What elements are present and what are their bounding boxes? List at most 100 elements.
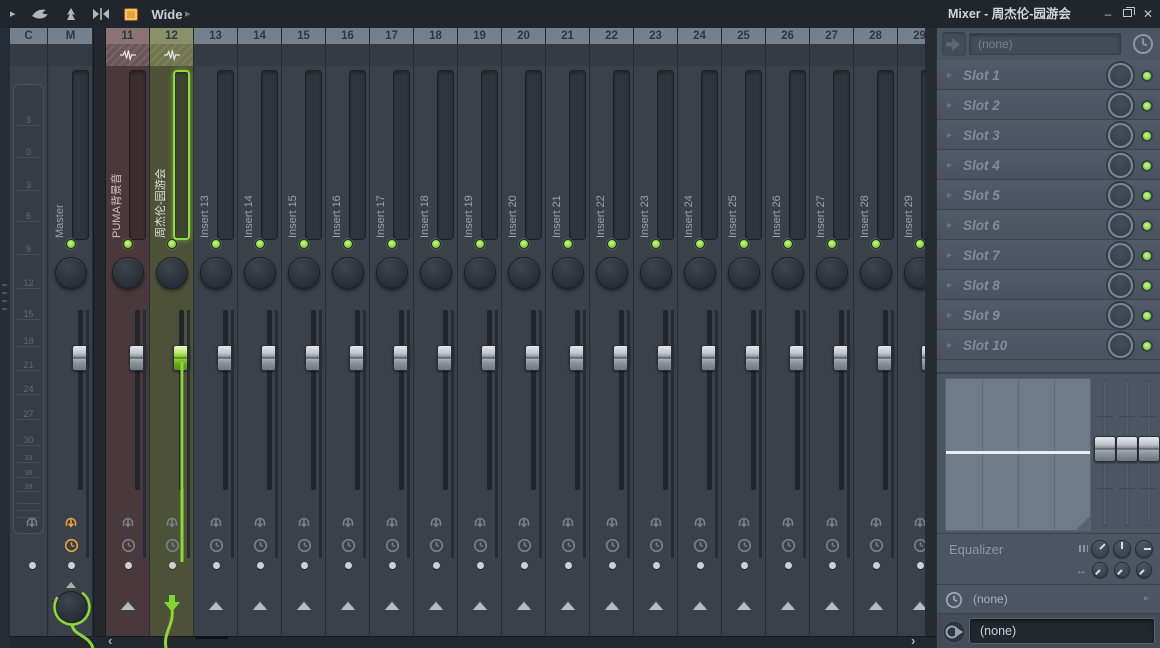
track-enable-led[interactable] [66, 239, 76, 249]
track-header[interactable] [634, 44, 677, 66]
track-number[interactable]: 14 [238, 28, 281, 44]
effect-slot[interactable]: ▸ Slot 9 [937, 300, 1160, 330]
slot-arrow-icon[interactable]: ▸ [947, 271, 952, 300]
track-enable-led[interactable] [607, 239, 617, 249]
plugin-delay-icon[interactable] [429, 538, 444, 553]
link-dot[interactable] [697, 562, 704, 569]
route-to-arrow[interactable] [341, 602, 355, 610]
track-body[interactable]: Insert 28 [854, 66, 897, 636]
route-to-arrow[interactable] [693, 602, 707, 610]
fader-track[interactable] [751, 310, 756, 490]
track-body[interactable]: Insert 19 [458, 66, 501, 636]
fader-track[interactable] [355, 310, 360, 490]
track-number[interactable]: C [10, 28, 47, 44]
track-header[interactable] [238, 44, 281, 66]
track-number[interactable]: 19 [458, 28, 501, 44]
slot-arrow-icon[interactable]: ▸ [947, 121, 952, 150]
plugin-delay-icon[interactable] [64, 538, 79, 553]
pan-knob[interactable] [376, 257, 408, 289]
track-enable-led[interactable] [475, 239, 485, 249]
pan-knob[interactable] [508, 257, 540, 289]
mixer-track[interactable]: 16 Insert 16 [326, 28, 370, 648]
fader-track[interactable] [839, 310, 844, 490]
fader-track[interactable] [707, 310, 712, 490]
track-header[interactable] [854, 44, 897, 66]
slot-arrow-icon[interactable]: ▸ [947, 241, 952, 270]
fader-track[interactable] [663, 310, 668, 490]
link-dot[interactable] [169, 562, 176, 569]
plugin-delay-icon[interactable] [737, 538, 752, 553]
track-number[interactable]: 27 [810, 28, 853, 44]
link-dot[interactable] [345, 562, 352, 569]
send-switch-arrow[interactable] [66, 582, 76, 588]
record-arm-icon[interactable] [385, 515, 399, 533]
mixer-track[interactable]: 11 PUMA背景音 [106, 28, 150, 648]
fader-track[interactable] [883, 310, 888, 490]
scroll-left-icon[interactable]: ‹ [108, 634, 112, 648]
pan-knob[interactable] [860, 257, 892, 289]
record-arm-icon[interactable] [429, 515, 443, 533]
plugin-delay-icon[interactable] [121, 538, 136, 553]
track-number[interactable]: 22 [590, 28, 633, 44]
send-level-knob[interactable] [55, 591, 87, 623]
link-controller-icon[interactable] [30, 6, 50, 22]
slot-mix-knob[interactable] [1108, 183, 1133, 208]
record-arm-icon[interactable] [517, 515, 531, 533]
track-header[interactable] [502, 44, 545, 66]
track-color-swatch[interactable] [123, 7, 138, 21]
track-body[interactable]: 3 0 3 6 9 12 15 18 21 24 27 30 33 36 39 [10, 66, 47, 636]
pan-knob[interactable] [332, 257, 364, 289]
track-number[interactable]: 12 [150, 28, 193, 44]
plugin-delay-icon[interactable] [341, 538, 356, 553]
effect-slot[interactable]: ▸ Slot 10 [937, 330, 1160, 360]
track-body[interactable]: Insert 18 [414, 66, 457, 636]
track-body[interactable]: Insert 16 [326, 66, 369, 636]
track-enable-led[interactable] [739, 239, 749, 249]
track-body[interactable]: Insert 23 [634, 66, 677, 636]
plugin-delay-icon[interactable] [605, 538, 620, 553]
route-to-arrow[interactable] [473, 602, 487, 610]
track-body[interactable]: Insert 25 [722, 66, 765, 636]
fader-track[interactable] [135, 310, 140, 490]
record-arm-icon[interactable] [25, 515, 39, 533]
fader-track[interactable] [311, 310, 316, 490]
track-enable-led[interactable] [871, 239, 881, 249]
track-enable-led[interactable] [387, 239, 397, 249]
track-number[interactable]: 24 [678, 28, 721, 44]
track-number[interactable]: 26 [766, 28, 809, 44]
plugin-delay-icon[interactable] [253, 538, 268, 553]
slot-enable-led[interactable] [1141, 250, 1153, 262]
track-number[interactable]: 17 [370, 28, 413, 44]
record-arm-icon[interactable] [561, 515, 575, 533]
mixer-menu-icon[interactable]: ▸ [10, 0, 16, 28]
slot-enable-led[interactable] [1141, 280, 1153, 292]
pan-knob[interactable] [156, 257, 188, 289]
route-to-arrow[interactable] [385, 602, 399, 610]
slot-enable-led[interactable] [1141, 340, 1153, 352]
fader-track[interactable] [78, 310, 83, 490]
link-dot[interactable] [389, 562, 396, 569]
track-number[interactable]: 23 [634, 28, 677, 44]
track-header[interactable] [106, 44, 149, 66]
plugin-delay-icon[interactable] [781, 538, 796, 553]
link-dot[interactable] [477, 562, 484, 569]
record-arm-icon[interactable] [825, 515, 839, 533]
link-dot[interactable] [609, 562, 616, 569]
effect-slot[interactable]: ▸ Slot 1 [937, 60, 1160, 90]
eq-freq-knob-3[interactable] [1135, 540, 1153, 558]
track-body[interactable]: Insert 20 [502, 66, 545, 636]
fader-track[interactable] [443, 310, 448, 490]
slot-mix-knob[interactable] [1108, 93, 1133, 118]
route-to-arrow[interactable] [781, 602, 795, 610]
effect-slot[interactable]: ▸ Slot 8 [937, 270, 1160, 300]
link-dot[interactable] [829, 562, 836, 569]
fader-track[interactable] [399, 310, 404, 490]
eq-high-fader[interactable] [1137, 378, 1160, 529]
sidechain-input-icon[interactable] [942, 32, 966, 56]
link-dot[interactable] [873, 562, 880, 569]
slot-arrow-icon[interactable]: ▸ [947, 301, 952, 330]
record-arm-icon[interactable] [781, 515, 795, 533]
effect-slot[interactable]: ▸ Slot 5 [937, 180, 1160, 210]
route-to-arrow[interactable] [209, 602, 223, 610]
track-enable-led[interactable] [915, 239, 925, 249]
